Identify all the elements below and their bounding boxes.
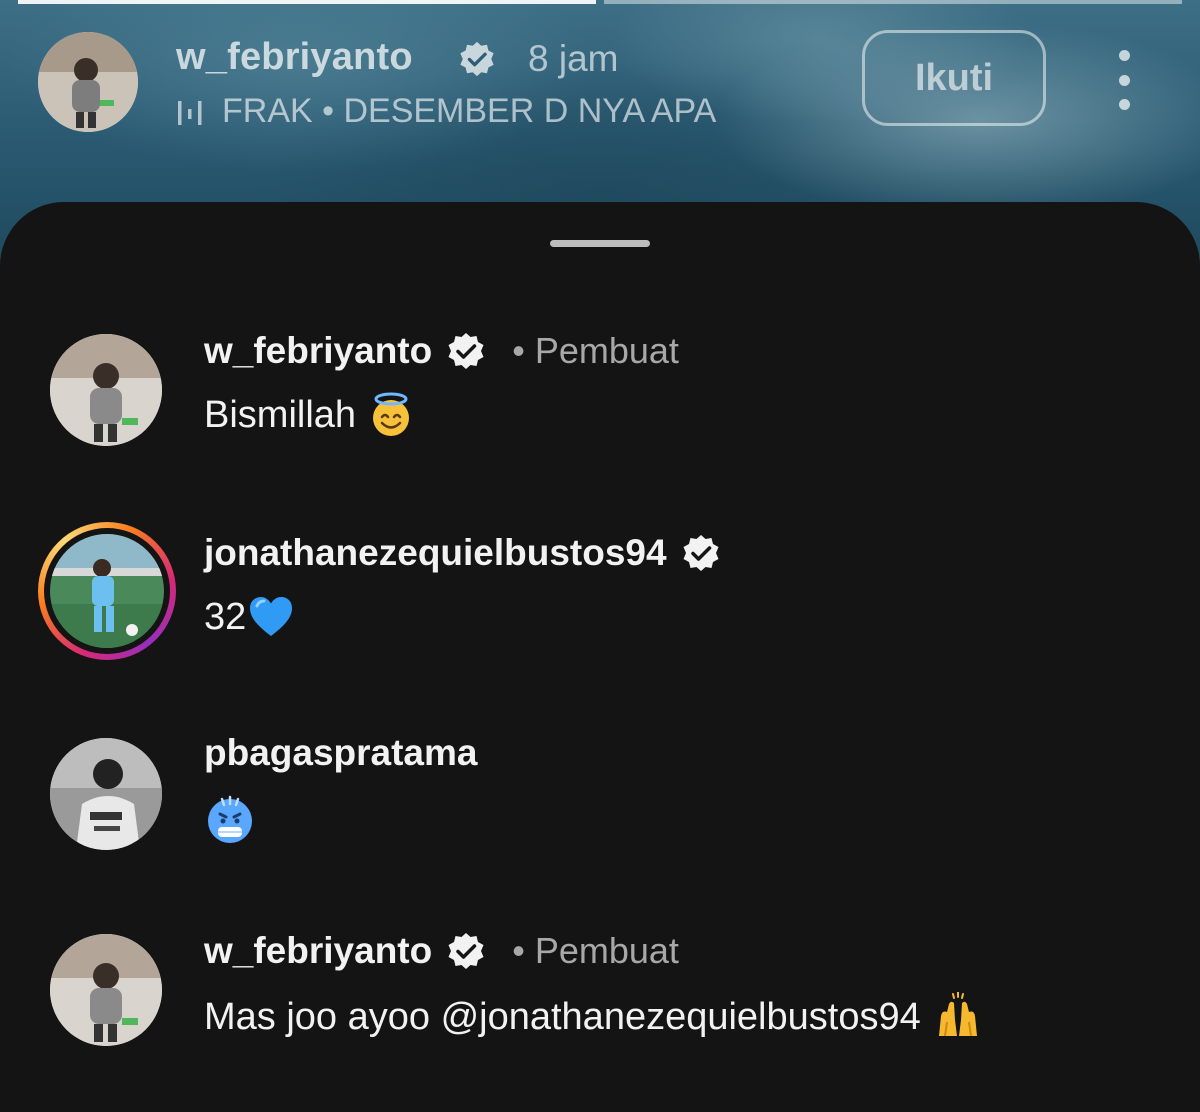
story-music[interactable]: FRAK • DESEMBER D NYA APA [176,92,716,131]
story-avatar[interactable] [38,32,138,132]
cold-face-icon [208,795,252,843]
story-username[interactable]: w_febriyanto [176,36,413,79]
screen: w_febriyanto 8 jam FRAK • DESEMBER D NYA… [0,0,1200,1112]
story-music-label: FRAK • DESEMBER D NYA APA [222,92,717,130]
comment-body: 32 [204,595,247,638]
comment-username[interactable]: w_febriyanto [204,330,432,372]
comment-username[interactable]: jonathanezequielbustos94 [204,532,667,574]
comment-body: Bismillah [204,393,357,436]
creator-label: • Pembuat [512,930,679,971]
story-header: w_febriyanto 8 jam FRAK • DESEMBER D NYA… [0,0,1200,200]
verified-badge-icon [460,41,494,77]
blue-heart-icon [250,597,293,636]
comment-text: Bismillah [204,392,414,438]
raising-hands-icon [938,992,977,1037]
comment-username-row: jonathanezequielbustos94 [204,532,721,574]
audio-bars-icon [178,100,202,125]
avatar[interactable] [50,334,162,446]
avatar[interactable] [50,738,162,850]
verified-badge-icon [448,333,484,369]
comment-username[interactable]: pbagaspratama [204,732,478,774]
comment-text [204,794,256,846]
verified-badge-icon [448,933,484,969]
comment-username-row: w_febriyanto • Pembuat [204,930,679,972]
comment-username-row: w_febriyanto • Pembuat [204,330,679,372]
comment-text: 32 [204,594,294,640]
comments-sheet: w_febriyanto • Pembuat Bismillah jonatha… [0,202,1200,1112]
more-options-icon[interactable] [1112,50,1136,110]
comment-username[interactable]: w_febriyanto [204,930,432,972]
verified-badge-icon [683,535,719,571]
story-time: 8 jam [528,38,619,79]
sheet-drag-handle[interactable] [550,240,650,247]
comment-text: Mas joo ayoo @jonathanezequielbustos94 [204,992,983,1042]
creator-label: • Pembuat [512,330,679,371]
avatar-with-story-ring[interactable] [38,522,176,660]
comment-username-row: pbagaspratama [204,732,478,774]
smiling-face-with-halo-icon [373,392,410,436]
follow-button[interactable]: Ikuti [862,30,1046,126]
comment-body: Mas joo ayoo @jonathanezequielbustos94 [204,995,921,1038]
avatar[interactable] [50,934,162,1046]
